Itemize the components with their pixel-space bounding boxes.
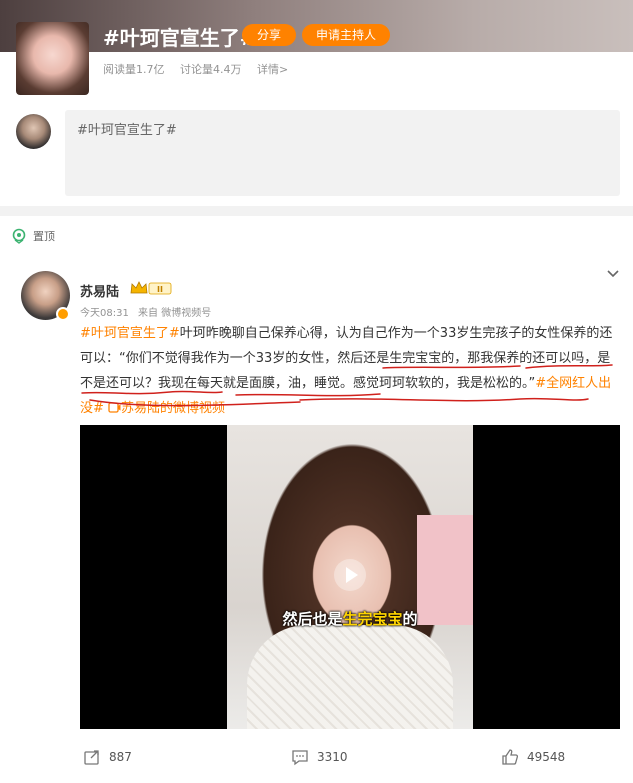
discuss-count: 讨论量4.4万 xyxy=(180,63,242,76)
repost-icon xyxy=(84,750,99,765)
chevron-down-icon[interactable] xyxy=(606,267,620,281)
member-crown-icon: II xyxy=(130,281,172,295)
section-divider xyxy=(0,206,633,216)
topic-avatar[interactable] xyxy=(16,22,89,95)
topic-header xyxy=(0,0,633,100)
post-meta: 今天08:31 来自 微博视频号 xyxy=(80,304,217,319)
video-link[interactable]: 苏易陆的微博视频 xyxy=(108,401,225,416)
post-body: #叶珂官宣生了#叶珂昨晚聊自己保养心得，认为自己作为一个33岁生完孩子的女性保养… xyxy=(80,321,620,421)
topic-tag[interactable]: #叶珂官宣生了# xyxy=(80,326,180,341)
repost-count: 887 xyxy=(109,750,132,764)
apply-host-button[interactable]: 申请主持人 xyxy=(302,24,390,46)
topic-stats: 阅读量1.7亿 讨论量4.4万 详情> xyxy=(103,61,300,77)
read-count: 阅读量1.7亿 xyxy=(103,63,165,76)
like-button[interactable]: 49548 xyxy=(501,748,565,766)
verified-badge-icon xyxy=(56,307,70,321)
play-icon[interactable] xyxy=(333,558,367,592)
post-source[interactable]: 来自 微博视频号 xyxy=(138,308,211,319)
comment-icon xyxy=(292,750,308,766)
post-time: 今天08:31 xyxy=(80,308,129,319)
detail-link[interactable]: 详情> xyxy=(257,63,288,76)
video-link-icon xyxy=(108,402,121,413)
topic-title: #叶珂官宣生了# xyxy=(103,26,257,50)
post-actions-bar: 887 3310 49548 xyxy=(0,748,633,772)
author-name[interactable]: 苏易陆 xyxy=(80,281,119,300)
like-count: 49548 xyxy=(527,750,566,764)
user-avatar[interactable] xyxy=(16,114,51,149)
repost-button[interactable]: 887 xyxy=(83,748,132,766)
pinned-label-row: 置顶 xyxy=(11,228,55,244)
compose-input[interactable]: #叶珂官宣生了# xyxy=(65,110,620,196)
video-subtitle: 然后也是生完宝宝的 xyxy=(282,610,418,628)
pinned-label: 置顶 xyxy=(33,230,55,243)
comment-button[interactable]: 3310 xyxy=(291,748,348,766)
like-icon xyxy=(502,749,519,765)
svg-text:II: II xyxy=(157,285,163,294)
video-player[interactable]: 然后也是生完宝宝的 xyxy=(80,425,620,729)
comment-count: 3310 xyxy=(317,750,348,764)
pin-icon xyxy=(12,228,26,244)
share-button[interactable]: 分享 xyxy=(242,24,296,46)
